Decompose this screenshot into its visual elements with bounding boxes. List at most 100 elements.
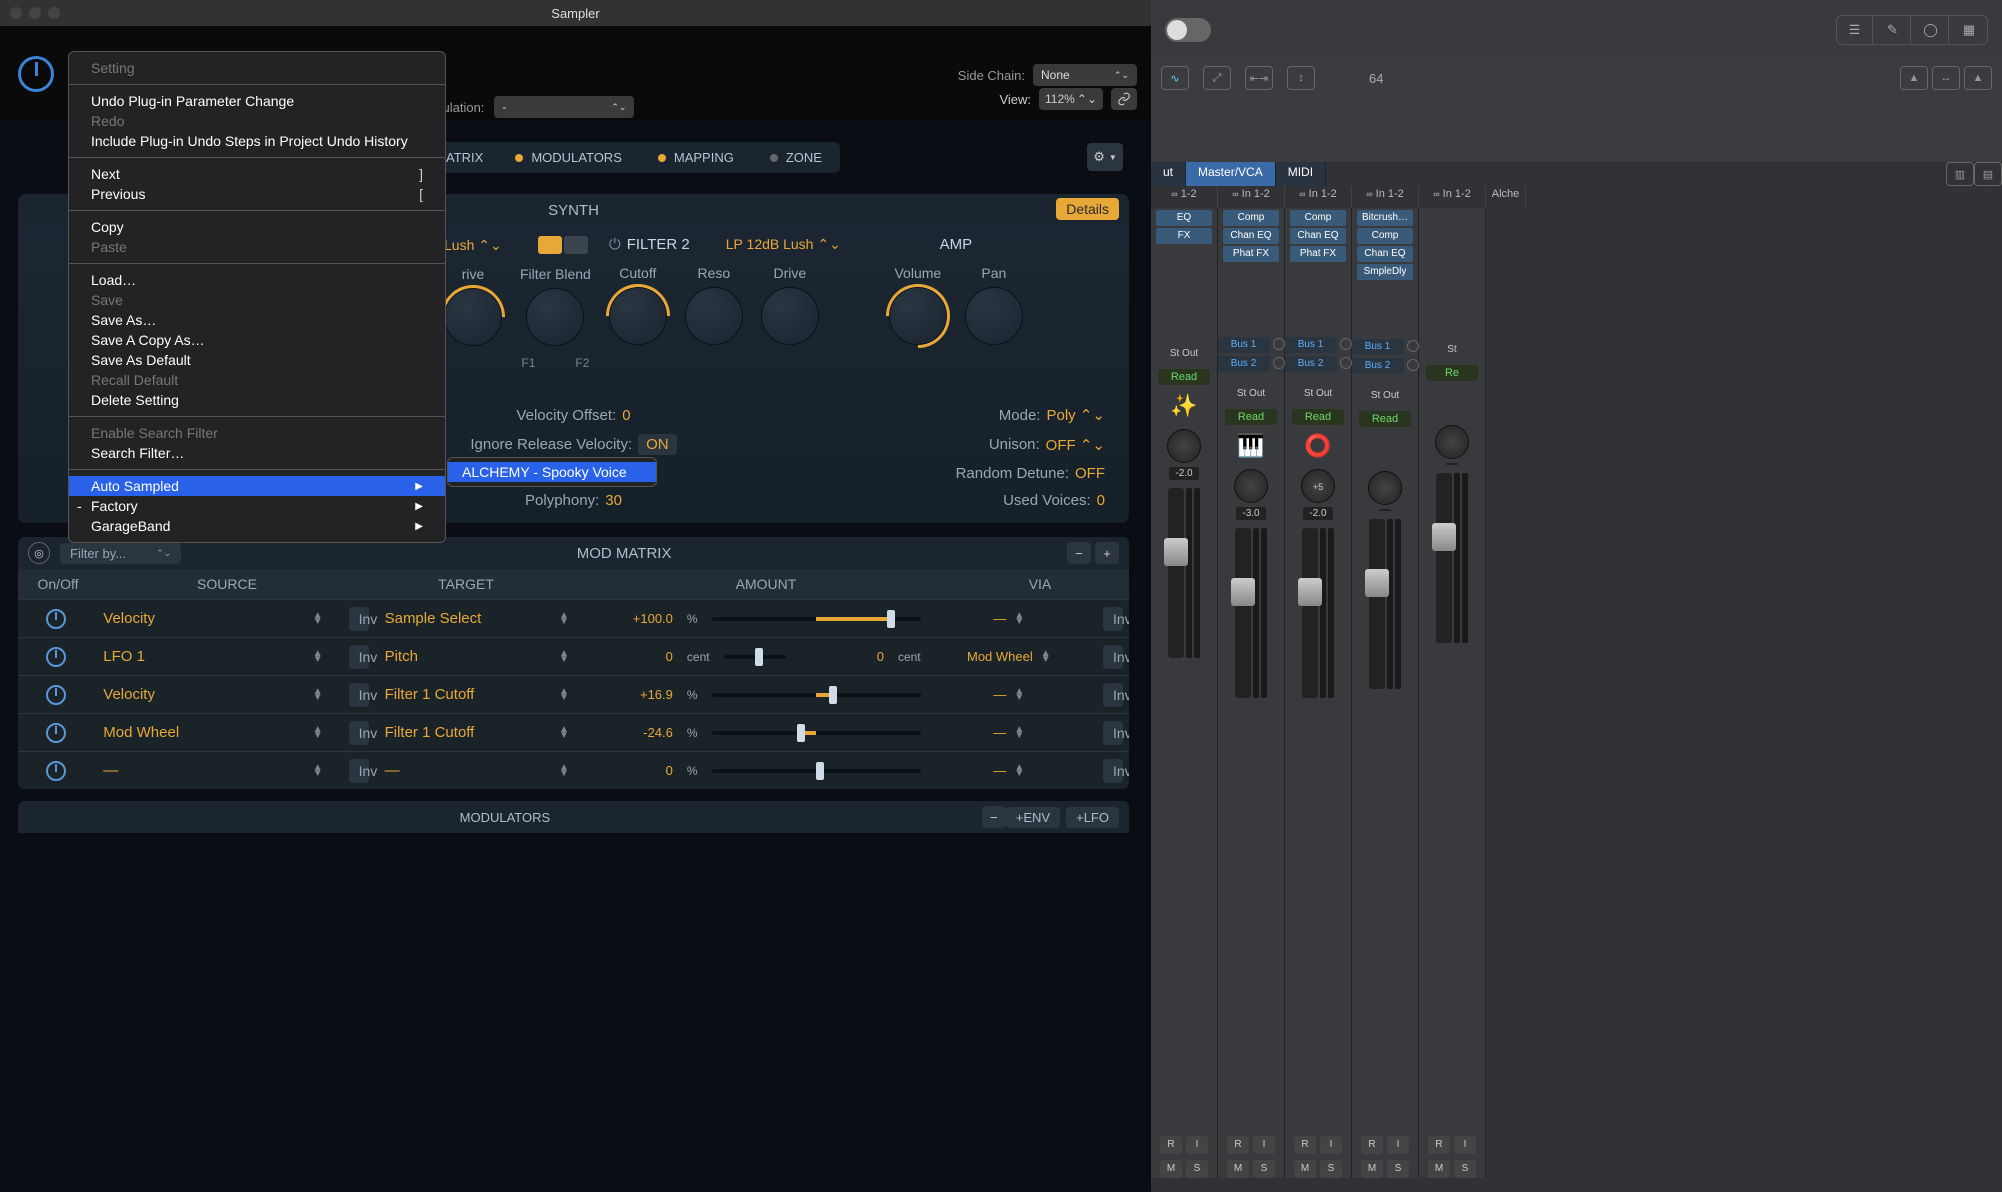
automation-mode[interactable]: Read: [1292, 409, 1344, 425]
unison-value[interactable]: OFF ⌃⌄: [1046, 436, 1105, 454]
list-icon[interactable]: ☰: [1837, 16, 1873, 44]
filter-blend-knob[interactable]: [526, 288, 584, 346]
amount-slider[interactable]: [724, 655, 786, 659]
automation-mode[interactable]: Re: [1426, 365, 1478, 381]
solo-button[interactable]: S: [1253, 1160, 1275, 1178]
via-stepper[interactable]: ▲▼: [1041, 651, 1051, 663]
via-select[interactable]: Mod Wheel: [967, 649, 1033, 664]
marker2-tool[interactable]: ▲: [1964, 66, 1992, 90]
target-icon[interactable]: ◎: [28, 542, 50, 564]
io-label[interactable]: ∞ In 1-2: [1352, 186, 1419, 208]
modmatrix-plus-button[interactable]: +: [1095, 542, 1119, 564]
min-dot[interactable]: [29, 7, 41, 19]
mute-button[interactable]: M: [1294, 1160, 1316, 1178]
automation-mode[interactable]: Read: [1359, 411, 1411, 427]
source-select[interactable]: —: [103, 762, 118, 779]
send-knob[interactable]: [1273, 357, 1285, 369]
polyphony-value[interactable]: 30: [605, 492, 622, 509]
menu-undo-param[interactable]: Undo Plug-in Parameter Change: [69, 91, 445, 111]
send-bus1[interactable]: Bus 1: [1218, 337, 1270, 353]
menu-save-default[interactable]: Save As Default: [69, 350, 445, 370]
via-stepper[interactable]: ▲▼: [1014, 613, 1024, 625]
via-inv-button[interactable]: Inv: [1103, 607, 1123, 631]
target-stepper[interactable]: ▲▼: [559, 689, 569, 701]
send-knob[interactable]: [1273, 338, 1285, 350]
note-icon[interactable]: ✎: [1875, 16, 1911, 44]
input-button[interactable]: I: [1387, 1136, 1409, 1154]
via-inv-button[interactable]: Inv: [1103, 683, 1123, 707]
target-stepper[interactable]: ▲▼: [559, 651, 569, 663]
pan-knob[interactable]: +5: [1301, 469, 1335, 503]
settings-gear-button[interactable]: ⚙▼: [1087, 143, 1123, 171]
solo-button[interactable]: S: [1454, 1160, 1476, 1178]
input-button[interactable]: I: [1186, 1136, 1208, 1154]
row-power-button[interactable]: [46, 723, 66, 743]
source-select[interactable]: Mod Wheel: [103, 724, 179, 741]
via-stepper[interactable]: ▲▼: [1014, 765, 1024, 777]
tab-zone[interactable]: ZONE: [752, 142, 840, 173]
add-env-button[interactable]: +ENV: [1006, 807, 1060, 828]
io-label[interactable]: ∞ In 1-2: [1419, 186, 1486, 208]
modulators-minus[interactable]: −: [982, 806, 1006, 828]
mixer-tab-master[interactable]: Master/VCA: [1186, 162, 1276, 186]
blend-parallel[interactable]: [564, 236, 588, 254]
stretch-tool[interactable]: ↔: [1932, 66, 1960, 90]
amount-value[interactable]: +16.9: [589, 687, 673, 702]
submenu-alchemy-spooky[interactable]: ALCHEMY - Spooky Voice: [448, 462, 656, 482]
send-knob[interactable]: [1340, 338, 1352, 350]
volume-fader[interactable]: [1302, 528, 1318, 698]
send-knob[interactable]: [1407, 340, 1419, 352]
amp-volume-knob[interactable]: [889, 287, 947, 345]
mute-button[interactable]: M: [1227, 1160, 1249, 1178]
mute-button[interactable]: M: [1428, 1160, 1450, 1178]
add-lfo-button[interactable]: +LFO: [1066, 807, 1119, 828]
insert-slot[interactable]: Comp: [1290, 210, 1346, 226]
record-button[interactable]: R: [1294, 1136, 1316, 1154]
via-select[interactable]: —: [993, 763, 1006, 778]
snap-tool[interactable]: ⤢: [1203, 66, 1231, 90]
articulation-select[interactable]: -⌃⌄: [494, 96, 634, 118]
source-stepper[interactable]: ▲▼: [313, 727, 323, 739]
source-select[interactable]: Velocity: [103, 610, 155, 627]
source-inv-button[interactable]: Inv: [349, 607, 369, 631]
source-select[interactable]: Velocity: [103, 686, 155, 703]
browser-icon[interactable]: ▦: [1951, 16, 1987, 44]
send-bus1[interactable]: Bus 1: [1352, 339, 1404, 355]
random-detune-value[interactable]: OFF: [1075, 465, 1105, 482]
ignore-release-toggle[interactable]: ON: [638, 434, 677, 455]
insert-slot[interactable]: Phat FX: [1223, 246, 1279, 262]
volume-fader[interactable]: [1235, 528, 1251, 698]
pan-knob[interactable]: [1435, 425, 1469, 459]
volume-fader[interactable]: [1168, 488, 1184, 658]
blend-serial[interactable]: [538, 236, 562, 254]
row-power-button[interactable]: [46, 647, 66, 667]
mute-button[interactable]: M: [1160, 1160, 1182, 1178]
marker-tool[interactable]: ▲: [1900, 66, 1928, 90]
mute-button[interactable]: M: [1361, 1160, 1383, 1178]
target-stepper[interactable]: ▲▼: [559, 613, 569, 625]
record-button[interactable]: R: [1160, 1136, 1182, 1154]
plugin-power-button[interactable]: [18, 56, 54, 92]
velocity-offset-value[interactable]: 0: [622, 407, 630, 424]
output-slot[interactable]: St: [1424, 344, 1480, 355]
tab-modulators[interactable]: MODULATORS: [497, 142, 640, 173]
max-dot[interactable]: [48, 7, 60, 19]
menu-garageband[interactable]: GarageBand: [69, 516, 445, 536]
filter2-reso-knob[interactable]: [685, 287, 743, 345]
insert-slot[interactable]: Chan EQ: [1357, 246, 1413, 262]
menu-save-copy-as[interactable]: Save A Copy As…: [69, 330, 445, 350]
source-inv-button[interactable]: Inv: [349, 645, 369, 669]
filter2-drive-knob[interactable]: [761, 287, 819, 345]
io-label[interactable]: ∞ In 1-2: [1218, 186, 1285, 208]
send-bus2[interactable]: Bus 2: [1352, 358, 1404, 374]
filter1-drive-knob[interactable]: [444, 288, 502, 346]
source-stepper[interactable]: ▲▼: [313, 651, 323, 663]
menu-load[interactable]: Load…: [69, 270, 445, 290]
source-select[interactable]: LFO 1: [103, 648, 145, 665]
view-zoom-select[interactable]: 112%⌃⌄: [1039, 88, 1103, 110]
source-stepper[interactable]: ▲▼: [313, 613, 323, 625]
source-stepper[interactable]: ▲▼: [313, 689, 323, 701]
amount-value[interactable]: -24.6: [589, 725, 673, 740]
volume-fader[interactable]: [1369, 519, 1385, 689]
pan-knob[interactable]: [1234, 469, 1268, 503]
